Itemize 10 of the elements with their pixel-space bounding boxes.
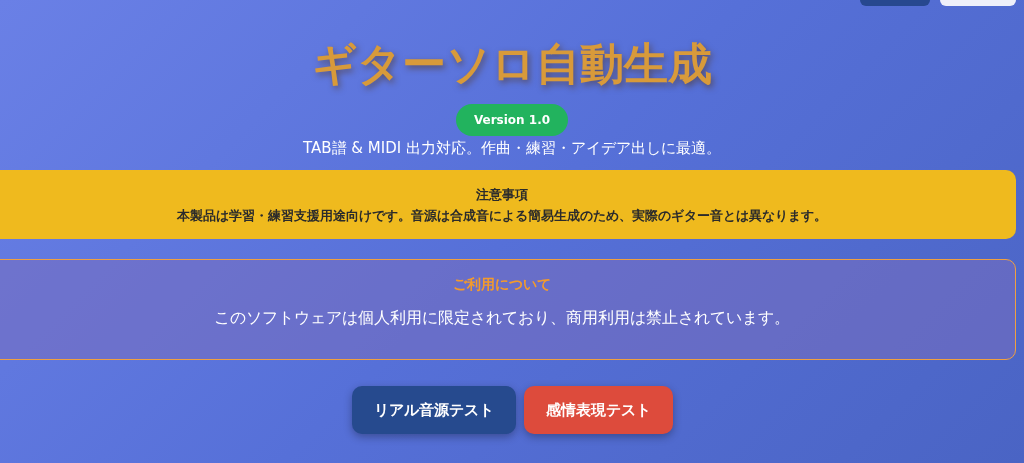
usage-text: このソフトウェアは個人利用に限定されており、商用利用は禁止されています。 — [214, 308, 790, 329]
version-badge: Version 1.0 — [455, 104, 569, 136]
test-button[interactable]: 感情表現テスト — [523, 386, 673, 434]
usage-heading: ご利用について — [453, 276, 551, 294]
app-title: ギターソロ自動生成 — [312, 37, 712, 91]
notice-heading: 注意事項 — [476, 186, 528, 204]
subtitle: TAB譜 & MIDI 出力対応。作曲・練習・アイデア出しに最適。 — [303, 139, 721, 158]
top-button[interactable] — [940, 0, 1016, 6]
notice-text: 本製品は学習・練習支援用途向けです。音源は合成音による簡易生成のため、実際のギター音とは異なります。 — [177, 207, 827, 225]
test-button[interactable]: リアル音源テスト — [351, 386, 516, 434]
